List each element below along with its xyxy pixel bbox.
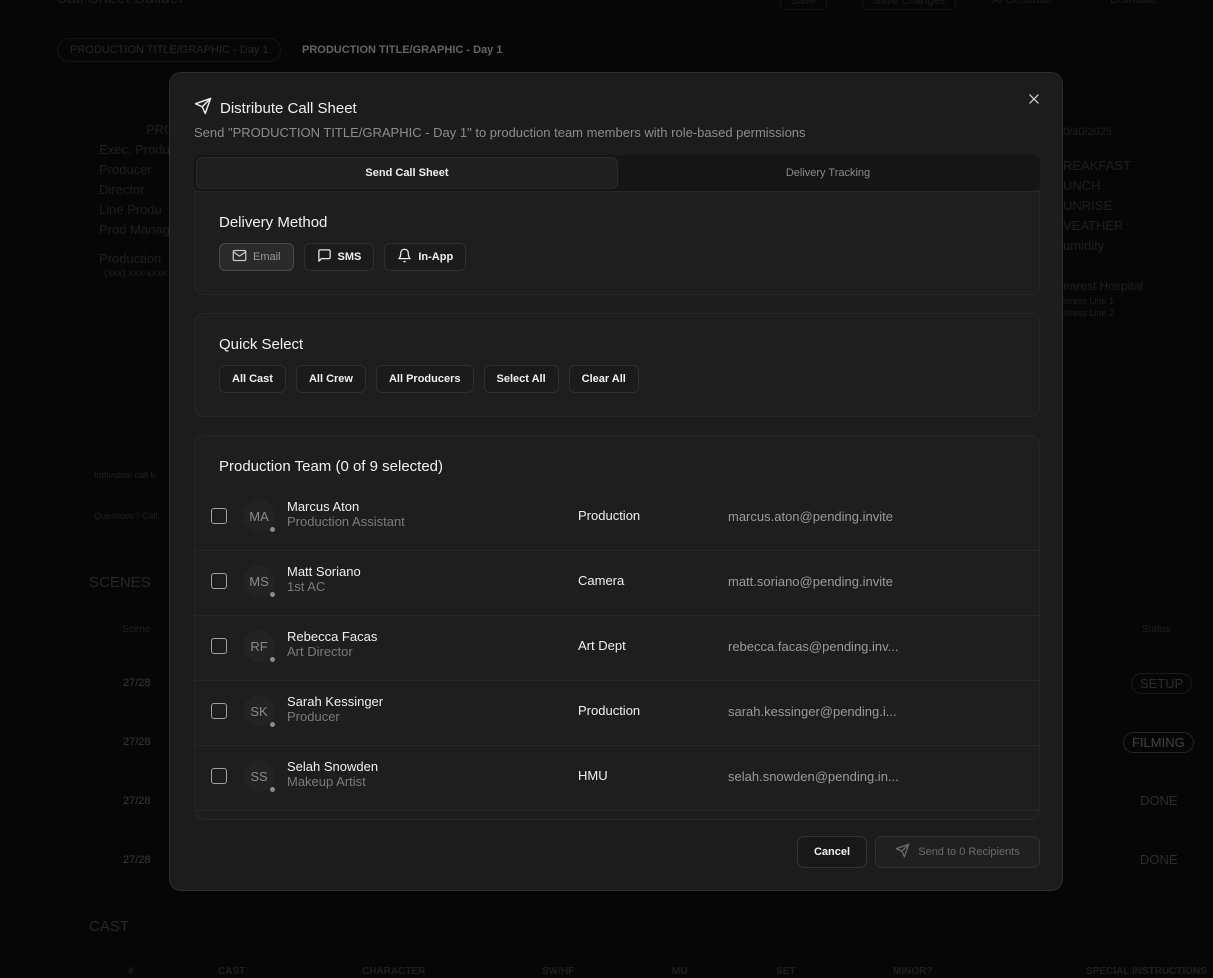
production-team-title: Production Team (0 of 9 selected) [219,458,444,475]
all-crew-button[interactable]: All Crew [295,365,366,393]
member-role: 1st AC [287,579,326,594]
member-checkbox[interactable] [211,638,227,654]
email-option-label: Email [253,251,281,263]
status-dot [269,591,276,598]
team-member-row[interactable]: SK Sarah Kessinger Producer Production s… [195,681,1039,746]
member-role: Producer [287,709,340,724]
cancel-button[interactable]: Cancel [797,836,867,868]
member-email: rebecca.facas@pending.inv... [728,639,899,654]
avatar: SK [243,695,276,728]
member-checkbox[interactable] [211,703,227,719]
avatar-initials: SK [250,703,268,719]
status-dot [269,656,276,663]
close-icon[interactable] [1024,89,1044,109]
avatar: MS [243,565,276,598]
tab-send-call-sheet[interactable]: Send Call Sheet [196,157,618,189]
avatar-initials: MS [249,573,269,589]
message-icon [317,248,332,266]
delivery-options: Email SMS In-App [219,243,467,271]
member-checkbox[interactable] [211,508,227,524]
team-member-row[interactable]: MS Matt Soriano 1st AC Camera matt.soria… [195,551,1039,616]
status-dot [269,526,276,533]
team-member-row[interactable]: MA Marcus Aton Production Assistant Prod… [195,486,1039,551]
member-role: Art Director [287,644,353,659]
clear-all-button[interactable]: Clear All [568,365,639,393]
send-icon [895,843,910,861]
select-all-button[interactable]: Select All [483,365,559,393]
avatar: MA [243,500,276,533]
avatar: SS [243,760,276,793]
dialog-title: Distribute Call Sheet [220,99,357,117]
quick-select-title: Quick Select [219,336,304,353]
member-name: Matt Soriano [287,564,361,579]
member-checkbox[interactable] [211,768,227,784]
bell-icon [397,248,412,266]
send-button-label: Send to 0 Recipients [918,846,1020,858]
tab-delivery-tracking[interactable]: Delivery Tracking [618,157,1038,189]
sms-option[interactable]: SMS [303,243,375,271]
member-name: Marcus Aton [287,499,360,514]
avatar-initials: SS [250,768,268,784]
avatar-initials: RF [250,638,268,654]
all-cast-button[interactable]: All Cast [219,365,286,393]
all-producers-button[interactable]: All Producers [375,365,474,393]
member-department: HMU [578,768,608,783]
status-dot [269,786,276,793]
distribute-dialog: Distribute Call Sheet Send "PRODUCTION T… [169,72,1063,891]
delivery-method-card: Delivery Method Email SMS In-App [194,191,1040,295]
member-checkbox[interactable] [211,573,227,589]
in-app-option-label: In-App [418,251,454,263]
status-dot [269,721,276,728]
delivery-method-title: Delivery Method [219,214,328,231]
avatar: RF [243,630,276,663]
send-icon [194,97,212,119]
email-option[interactable]: Email [219,243,294,271]
in-app-option[interactable]: In-App [384,243,467,271]
member-email: selah.snowden@pending.in... [728,769,899,784]
avatar-initials: MA [249,508,269,524]
member-role: Production Assistant [287,514,405,529]
production-team-card: Production Team (0 of 9 selected) MA Mar… [194,435,1040,820]
member-email: matt.soriano@pending.invite [728,574,893,589]
member-name: Rebecca Facas [287,629,378,644]
member-role: Makeup Artist [287,774,366,789]
member-email: sarah.kessinger@pending.i... [728,704,897,719]
team-member-row[interactable]: RF Rebecca Facas Art Director Art Dept r… [195,616,1039,681]
member-email: marcus.aton@pending.invite [728,509,893,524]
member-department: Production [578,508,641,523]
member-department: Art Dept [578,638,626,653]
dialog-header: Distribute Call Sheet Send "PRODUCTION T… [194,97,806,140]
member-name: Selah Snowden [287,759,379,774]
quick-select-buttons: All Cast All Crew All Producers Select A… [219,365,639,393]
member-department: Production [578,703,641,718]
sms-option-label: SMS [337,251,362,263]
quick-select-card: Quick Select All Cast All Crew All Produ… [194,313,1040,417]
send-button[interactable]: Send to 0 Recipients [875,836,1040,868]
dialog-subtitle: Send "PRODUCTION TITLE/GRAPHIC - Day 1" … [194,125,806,140]
member-department: Camera [578,573,625,588]
mail-icon [232,248,247,266]
team-member-row[interactable]: SS Selah Snowden Makeup Artist HMU selah… [195,746,1039,811]
member-name: Sarah Kessinger [287,694,384,709]
dialog-title-row: Distribute Call Sheet [194,97,806,119]
dialog-tabs: Send Call Sheet Delivery Tracking [194,155,1040,191]
